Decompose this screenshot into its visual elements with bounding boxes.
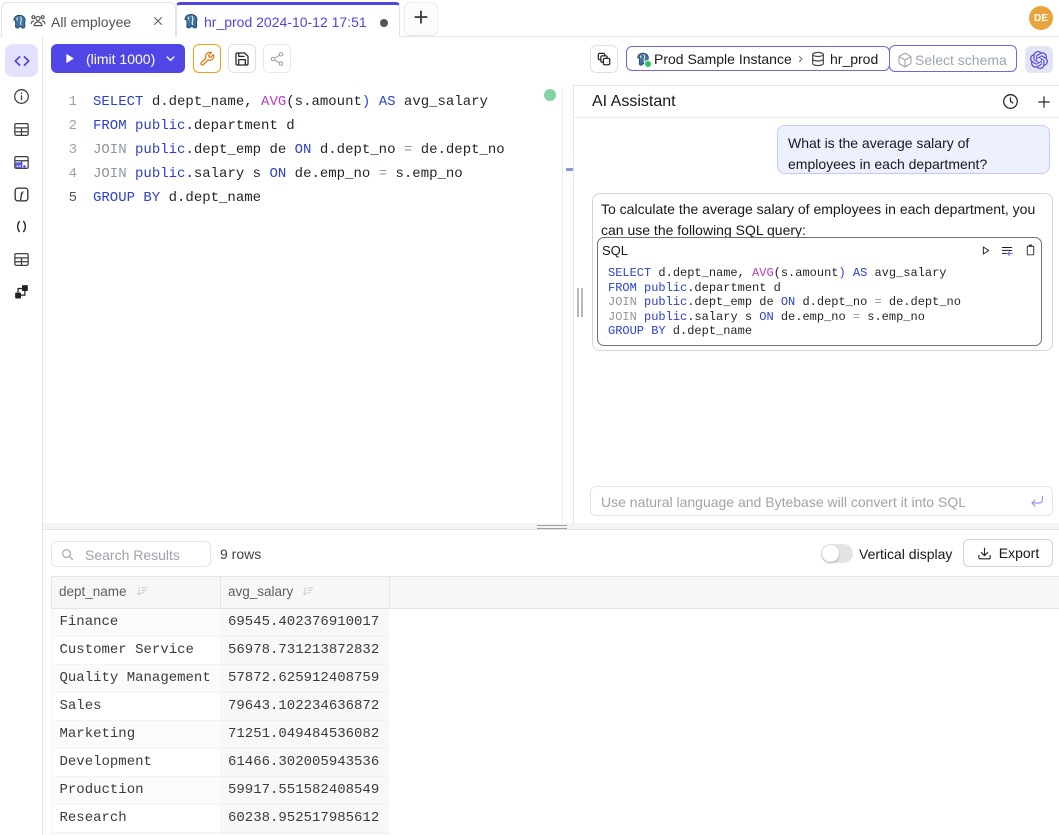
svg-text:f: f: [20, 189, 25, 200]
